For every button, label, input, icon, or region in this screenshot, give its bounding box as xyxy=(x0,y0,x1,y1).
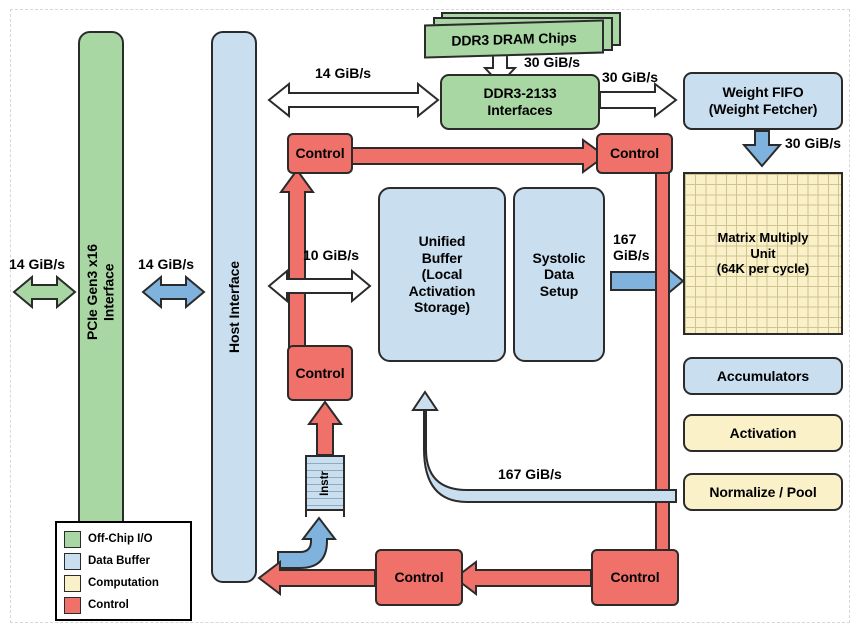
label-bw-external-pcie: 14 GiB/s xyxy=(9,256,66,272)
arrow-weight-fifo-to-mmu xyxy=(741,130,783,168)
control-mid-left[interactable]: Control xyxy=(287,345,353,401)
arrow-pcie-to-host xyxy=(141,274,206,310)
control-bottom-right[interactable]: Control xyxy=(591,549,679,606)
legend-label-data-buffer: Data Buffer xyxy=(88,555,150,567)
legend-label-control: Control xyxy=(88,599,129,611)
arrow-return-to-unified-buffer xyxy=(411,390,677,503)
block-matrix-multiply-unit[interactable]: Matrix Multiply Unit (64K per cycle) xyxy=(683,172,843,335)
block-activation-label: Activation xyxy=(729,424,797,441)
arrow-control-top-left-to-top-right xyxy=(351,138,607,174)
control-bottom-mid[interactable]: Control xyxy=(375,549,463,606)
legend-item-off-chip-io: Off-Chip I/O xyxy=(64,528,190,550)
label-bw-systolic-mmu: 167 GiB/s xyxy=(613,231,650,264)
block-unified-buffer[interactable]: Unified Buffer (Local Activation Storage… xyxy=(378,187,506,362)
legend-item-data-buffer: Data Buffer xyxy=(64,550,190,572)
label-bw-interfaces-fifo: 30 GiB/s xyxy=(602,69,659,85)
control-top-right[interactable]: Control xyxy=(596,133,673,174)
legend: Off-Chip I/O Data Buffer Computation Con… xyxy=(55,521,192,621)
block-normalize-pool-label: Normalize / Pool xyxy=(709,483,817,500)
label-bw-pcie-host: 14 GiB/s xyxy=(138,256,195,272)
block-host-interface-label: Host Interface xyxy=(225,261,242,353)
block-activation[interactable]: Activation xyxy=(683,414,843,452)
arrow-external-to-pcie xyxy=(12,274,77,310)
arrow-host-to-ddr3-interfaces xyxy=(267,81,440,119)
control-top-right-label: Control xyxy=(609,145,660,162)
arrow-ddr3-to-weight-fifo xyxy=(599,81,678,119)
block-instr-queue[interactable]: Instr xyxy=(301,455,349,517)
block-accumulators[interactable]: Accumulators xyxy=(683,357,843,395)
block-weight-fifo-label: Weight FIFO (Weight Fetcher) xyxy=(708,84,818,117)
block-pcie-interface-label: PCIe Gen3 x16 Interface xyxy=(84,244,117,340)
legend-swatch-control xyxy=(64,596,81,614)
legend-item-computation: Computation xyxy=(64,572,190,594)
block-unified-buffer-label: Unified Buffer (Local Activation Storage… xyxy=(408,233,476,316)
block-ddr3-interfaces-label: DDR3-2133 Interfaces xyxy=(483,85,557,118)
arrow-host-to-unified-buffer xyxy=(267,268,372,304)
control-mid-left-label: Control xyxy=(295,364,345,381)
label-bw-return-unified-buffer: 167 GiB/s xyxy=(498,466,562,482)
label-bw-host-ddr3: 14 GiB/s xyxy=(315,65,372,81)
control-bottom-right-label: Control xyxy=(610,569,660,586)
arrow-instr-to-control-mid xyxy=(307,400,343,456)
legend-swatch-off-chip-io xyxy=(64,530,81,548)
block-systolic-data-setup[interactable]: Systolic Data Setup xyxy=(513,187,605,362)
block-ddr3-dram-chips-label: DDR3 DRAM Chips xyxy=(451,28,577,49)
arrow-instruction-feed-to-instr xyxy=(277,516,338,569)
block-weight-fifo[interactable]: Weight FIFO (Weight Fetcher) xyxy=(683,72,843,130)
arrow-systolic-to-mmu xyxy=(610,259,685,303)
block-matrix-multiply-unit-label: Matrix Multiply Unit (64K per cycle) xyxy=(716,230,810,277)
legend-label-computation: Computation xyxy=(88,577,159,589)
label-bw-fifo-mmu: 30 GiB/s xyxy=(785,135,842,151)
red-vertical-bus-right xyxy=(655,171,670,551)
block-ddr3-dram-chips[interactable]: DDR3 DRAM Chips xyxy=(424,19,604,59)
legend-swatch-computation xyxy=(64,574,81,592)
control-top-left[interactable]: Control xyxy=(287,133,353,174)
block-host-interface[interactable]: Host Interface xyxy=(211,31,257,583)
arrow-control-bottom-mid-to-host xyxy=(257,559,376,597)
block-systolic-data-setup-label: Systolic Data Setup xyxy=(532,249,586,299)
control-top-left-label: Control xyxy=(295,145,345,162)
label-bw-host-unified-buffer: 10 GiB/s xyxy=(303,247,360,263)
block-instr-label: Instr xyxy=(319,470,331,496)
block-normalize-pool[interactable]: Normalize / Pool xyxy=(683,473,843,511)
legend-swatch-data-buffer xyxy=(64,552,81,570)
block-pcie-interface[interactable]: PCIe Gen3 x16 Interface xyxy=(78,31,124,553)
label-bw-dram-interfaces: 30 GiB/s xyxy=(524,54,581,70)
tpu-block-diagram: .ar-out { fill: #ffffff; stroke: #2b2b2b… xyxy=(0,0,860,632)
block-ddr3-interfaces[interactable]: DDR3-2133 Interfaces xyxy=(440,74,600,130)
legend-label-off-chip-io: Off-Chip I/O xyxy=(88,533,153,545)
legend-item-control: Control xyxy=(64,594,190,616)
block-accumulators-label: Accumulators xyxy=(716,367,810,384)
arrow-control-bottom-right-to-bottom-mid xyxy=(453,559,592,597)
control-bottom-mid-label: Control xyxy=(394,569,444,586)
